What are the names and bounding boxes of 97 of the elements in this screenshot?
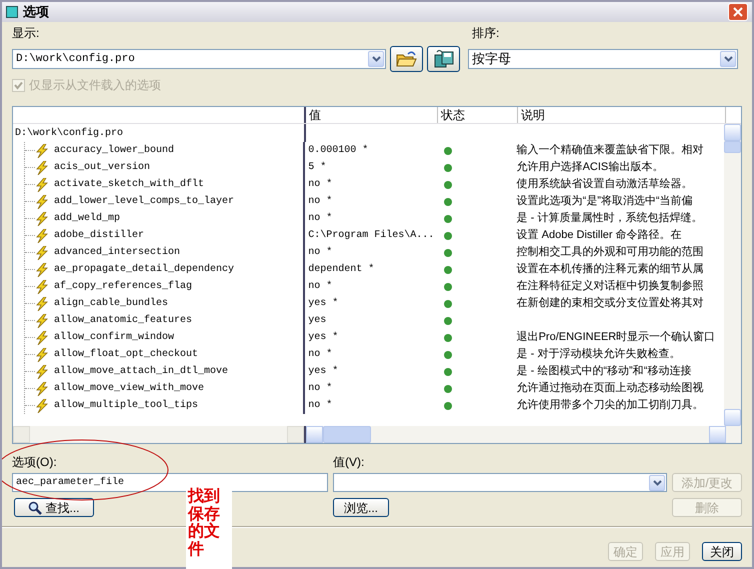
lightning-icon — [35, 178, 49, 192]
open-folder-button[interactable] — [390, 46, 423, 72]
table-cell-text: 5 * — [308, 160, 326, 175]
option-name[interactable]: advanced_intersection — [54, 245, 180, 260]
table-cell-text: 允许用户选择ACIS输出版本。 — [516, 160, 664, 176]
lightning-icon — [35, 262, 49, 276]
table-cell-text: yes * — [308, 330, 338, 345]
table-cell-text: no * — [308, 178, 332, 192]
option-name[interactable]: add_weld_mp — [54, 211, 120, 226]
table-cell-text: 在注释特征定义对话框中切换复制参照 — [516, 278, 704, 294]
option-name[interactable]: align_cable_bundles — [54, 296, 168, 311]
lightning-icon — [35, 212, 49, 226]
table-cell-text: 使用系统缺省设置自动激活草绘器。 — [516, 176, 693, 192]
lightning-icon — [35, 160, 49, 174]
horizontal-scrollbar[interactable] — [306, 426, 726, 443]
dropdown-button[interactable] — [720, 51, 736, 67]
lightning-icon — [35, 314, 49, 328]
table-cell-text: 设置此选项为“是”将取消选中“当前偏 — [516, 194, 693, 210]
checkbox-label: 仅显示从文件载入的选项 — [29, 77, 161, 94]
table-cell-text: 是 - 计算质量属性时，系统包括焊缝。 — [516, 210, 702, 226]
table-cell-text: yes * — [308, 296, 338, 311]
lightning-icon — [35, 330, 49, 344]
option-name[interactable]: allow_float_opt_checkout — [54, 347, 198, 362]
table-cell-text: 设置 Adobe Distiller 命令路径。在 — [516, 228, 682, 244]
window-icon — [6, 6, 18, 18]
table-cell-text: 是 - 对于浮动模块允许失败检查。 — [516, 347, 680, 362]
sort-combo[interactable]: 按字母 — [468, 49, 738, 69]
option-name[interactable]: accuracy_lower_bound — [54, 143, 174, 158]
table-cell-text: 设置在本机传播的注释元素的细节从属 — [516, 262, 704, 278]
table-cell-text: yes — [308, 314, 326, 328]
option-name[interactable]: allow_move_attach_in_dtl_move — [54, 364, 228, 379]
lightning-icon — [35, 280, 49, 294]
column-header[interactable]: 说明 — [518, 107, 726, 123]
option-name[interactable]: af_copy_references_flag — [54, 279, 192, 294]
option-name[interactable]: allow_multiple_tool_tips — [54, 398, 198, 413]
horizontal-scrollbar[interactable] — [13, 426, 306, 443]
option-name[interactable]: adobe_distiller — [54, 228, 144, 243]
save-button[interactable] — [427, 46, 460, 72]
lightning-icon — [35, 194, 49, 208]
table-cell-text: 允许通过拖动在页面上动态移动绘图视 — [516, 380, 704, 396]
vertical-scrollbar[interactable] — [724, 124, 741, 426]
table-cell-text: no * — [308, 280, 332, 294]
table-cell-text: 在新创建的束相交或分支位置处将其对 — [516, 296, 704, 312]
search-icon — [28, 500, 42, 514]
table-cell-text: dependent * — [308, 262, 374, 277]
table-cell-text: C:\Program Files\A... — [308, 228, 434, 243]
folder-icon — [396, 50, 418, 68]
option-name[interactable]: allow_move_view_with_move — [54, 381, 204, 396]
lightning-icon — [35, 246, 49, 260]
lightning-icon — [35, 144, 49, 158]
dropdown-button[interactable] — [368, 51, 384, 67]
table-cell-text: 允许使用带多个刀尖的加工切削刀具。 — [516, 398, 704, 414]
caret-icon — [724, 56, 732, 62]
option-name[interactable]: allow_confirm_window — [54, 330, 174, 345]
lightning-icon — [35, 398, 49, 412]
lightning-icon — [35, 348, 49, 362]
browse-button[interactable]: 浏览... — [333, 498, 389, 517]
table-cell-text: no * — [308, 382, 332, 396]
table-cell-text: 0.000100 * — [308, 144, 368, 158]
scroll-thumb[interactable] — [724, 141, 741, 153]
lightning-icon — [35, 364, 49, 378]
lightning-icon — [35, 228, 49, 242]
caret-icon — [652, 480, 662, 486]
column-header[interactable]: 值 — [306, 107, 438, 123]
floppy-disk-icon — [432, 49, 454, 69]
option-name[interactable]: allow_anatomic_features — [54, 313, 192, 328]
caret-icon — [372, 56, 380, 62]
table-cell-text: no * — [308, 348, 332, 362]
option-name[interactable]: ae_propagate_detail_dependency — [54, 262, 234, 277]
tree-root[interactable]: D:\work\config.pro — [15, 126, 124, 140]
table-cell-text: 是 - 绘图模式中的“移动”和“移动连接 — [516, 364, 692, 380]
dropdown-button[interactable] — [649, 474, 665, 490]
option-name[interactable]: activate_sketch_with_dflt — [54, 177, 204, 192]
field-label: 选项(O): — [12, 454, 58, 471]
close-dialog-button[interactable]: 关闭 — [702, 542, 742, 561]
table-cell-text: no * — [308, 212, 332, 226]
close-icon — [733, 7, 743, 17]
table-cell-text: 退出Pro/ENGINEER时显示一个确认窗口 — [516, 330, 716, 346]
lightning-icon — [35, 382, 49, 396]
table-cell-text: yes * — [308, 364, 338, 379]
option-name[interactable]: acis_out_version — [54, 160, 150, 175]
display-combo[interactable]: D:\work\config.pro — [12, 49, 386, 69]
window-title: 选项 — [23, 3, 49, 22]
field-label: 排序: — [472, 25, 500, 42]
lightning-icon — [35, 296, 49, 310]
find-button[interactable]: 查找... — [14, 498, 94, 517]
value-combo[interactable] — [333, 473, 667, 492]
table-cell-text: no * — [308, 398, 332, 413]
table-cell-text: 输入一个精确值来覆盖缺省下限。相对 — [516, 142, 704, 158]
table-cell-text: no * — [308, 194, 332, 209]
field-label: 显示: — [12, 25, 40, 42]
option-name[interactable]: add_lower_level_comps_to_layer — [54, 194, 234, 209]
table-cell-text: no * — [308, 246, 332, 260]
field-label: 值(V): — [333, 454, 364, 471]
column-header[interactable]: 状态 — [438, 107, 518, 123]
table-cell-text: 控制相交工具的外观和可用功能的范围 — [516, 244, 704, 260]
close-button[interactable] — [728, 3, 748, 21]
